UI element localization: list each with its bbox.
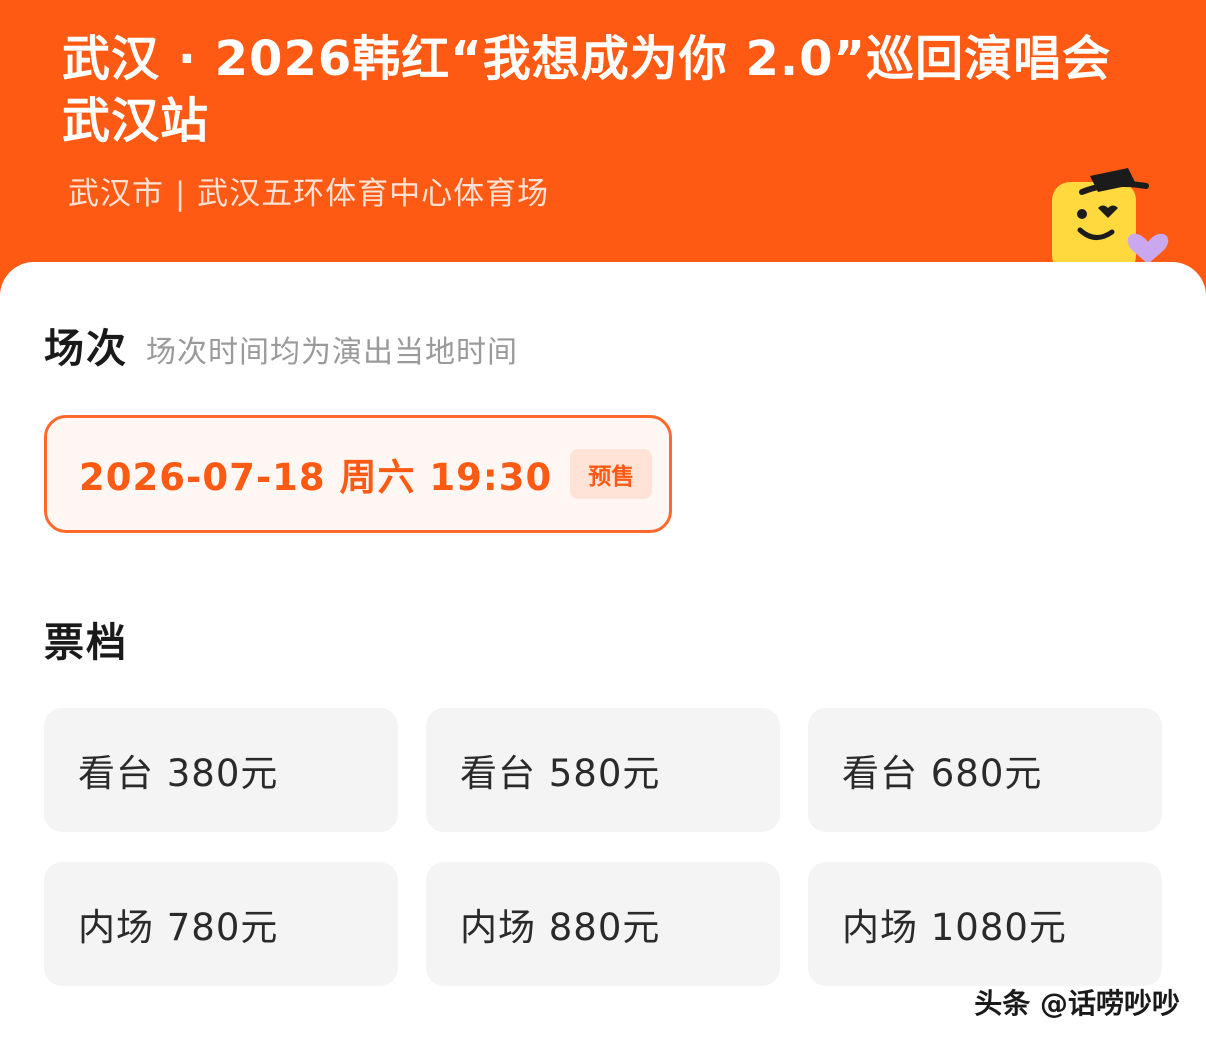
session-section-title: 场次	[44, 326, 128, 372]
tier-option-floor-880[interactable]: 内场 880元	[426, 862, 780, 986]
tier-grid: 看台 380元 看台 580元 看台 680元 内场 780元 内场 880元 …	[44, 708, 1164, 986]
tier-option-stand-380[interactable]: 看台 380元	[44, 708, 398, 832]
tier-option-stand-580[interactable]: 看台 580元	[426, 708, 780, 832]
tier-option-stand-680[interactable]: 看台 680元	[808, 708, 1162, 832]
session-datetime: 2026-07-18 周六 19:30	[79, 456, 553, 499]
ticket-card: 场次 场次时间均为演出当地时间 2026-07-18 周六 19:30 预售 票…	[0, 262, 1206, 1046]
mascot-icon	[1052, 168, 1169, 272]
tier-section-title: 票档	[44, 620, 128, 666]
session-time-note: 场次时间均为演出当地时间	[146, 335, 518, 370]
watermark: 头条 @话唠吵吵	[974, 987, 1180, 1020]
tier-option-floor-1080[interactable]: 内场 1080元	[808, 862, 1162, 986]
event-venue: 武汉市 | 武汉五环体育中心体育场	[68, 176, 550, 212]
ticket-page: 武汉 · 2026韩红“我想成为你 2.0”巡回演唱会 武汉站 武汉市 | 武汉…	[0, 0, 1206, 1046]
session-option[interactable]: 2026-07-18 周六 19:30 预售	[44, 415, 672, 533]
tier-section-header: 票档	[44, 610, 128, 668]
session-section-header: 场次 场次时间均为演出当地时间	[44, 316, 518, 374]
presale-badge: 预售	[570, 449, 653, 499]
event-header: 武汉 · 2026韩红“我想成为你 2.0”巡回演唱会 武汉站 武汉市 | 武汉…	[0, 0, 1206, 300]
tier-option-floor-780[interactable]: 内场 780元	[44, 862, 398, 986]
event-title: 武汉 · 2026韩红“我想成为你 2.0”巡回演唱会 武汉站	[62, 31, 1112, 149]
